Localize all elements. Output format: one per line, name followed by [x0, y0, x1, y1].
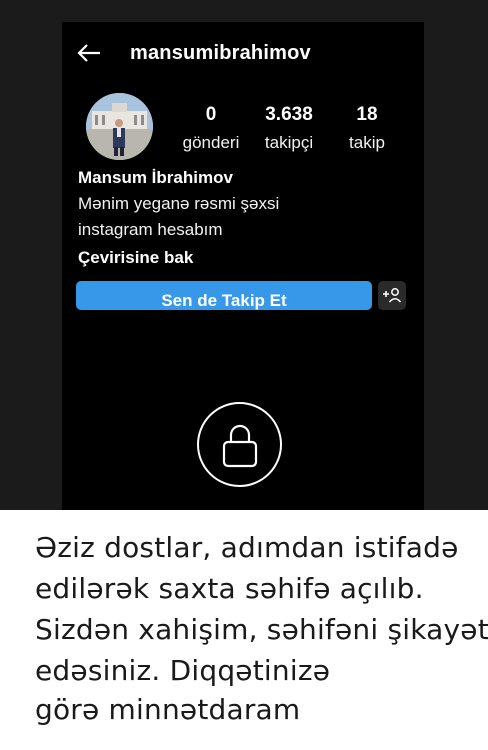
stat-following[interactable]: 18 takip [332, 104, 402, 154]
follow-button-label: Sen de Takip Et [161, 291, 287, 310]
translate-link[interactable]: Çevirisine bak [78, 248, 193, 268]
profile-username: mansumibrahimov [130, 42, 311, 64]
stat-followers[interactable]: 3.638 takipçi [254, 104, 324, 154]
profile-full-name: Mansum İbrahimov [78, 168, 233, 187]
lock-icon [222, 424, 258, 468]
follow-button[interactable]: Sen de Takip Et [76, 281, 372, 310]
profile-bio-line2: instagram hesabım [78, 220, 223, 239]
top-bar: mansumibrahimov [62, 22, 424, 84]
add-person-icon [383, 288, 402, 303]
caption-panel: Əziz dostlar, adımdan istifadə edilərək … [0, 510, 488, 750]
stat-posts-label: gönderi [182, 133, 240, 152]
caption-line-2: edilərək saxta səhifə açılıb. [35, 572, 424, 605]
private-account-lock [197, 402, 282, 487]
back-arrow-icon[interactable] [76, 42, 102, 64]
stat-following-label: takip [349, 133, 385, 152]
instagram-profile-screen: mansumibrahimov 0 gönderi 3.638 takipçi … [62, 22, 424, 522]
caption-line-3: Sizdən xahişim, səhifəni şikayət [35, 613, 488, 646]
suggested-accounts-button[interactable] [378, 281, 406, 310]
caption-line-5: görə minnətdaram [35, 693, 301, 726]
avatar[interactable] [86, 93, 153, 160]
stat-posts-value: 0 [205, 104, 217, 125]
stat-followers-value: 3.638 [265, 104, 313, 125]
stat-followers-label: takipçi [264, 133, 314, 152]
stat-following-value: 18 [356, 104, 378, 125]
caption-line-4: edəsiniz. Diqqətinizə [35, 654, 331, 687]
profile-bio-line1: Mənim yeganə rəsmi şəxsi [78, 194, 280, 213]
stat-posts: 0 gönderi [176, 104, 246, 154]
caption-line-1: Əziz dostlar, adımdan istifadə [35, 531, 459, 564]
